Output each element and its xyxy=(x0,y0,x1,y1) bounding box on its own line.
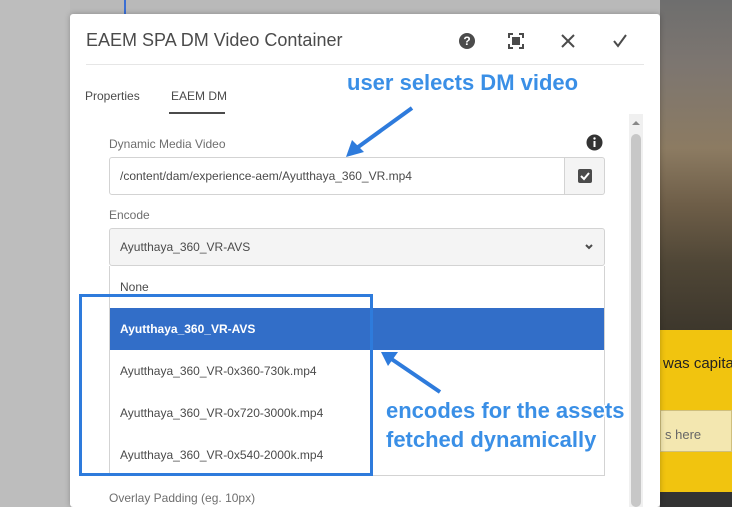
help-icon: ? xyxy=(459,33,475,49)
active-tab-indicator xyxy=(169,112,225,114)
background-text: was capita xyxy=(663,355,732,372)
annotation-bottom-line2: fetched dynamically xyxy=(386,427,597,452)
scrollbar-thumb[interactable] xyxy=(631,134,641,507)
scroll-up-arrow-icon[interactable] xyxy=(631,118,641,128)
encode-label: Encode xyxy=(109,208,150,222)
background-input-text: s here xyxy=(665,427,702,442)
header-divider xyxy=(86,64,644,65)
annotation-bottom-line1: encodes for the assets xyxy=(386,398,625,423)
tab-eaem-dm[interactable]: EAEM DM xyxy=(171,89,227,103)
overlay-padding-label: Overlay Padding (eg. 10px) xyxy=(109,491,256,505)
asset-picker-button[interactable] xyxy=(565,157,605,195)
fullscreen-icon xyxy=(508,33,524,49)
annotation-top-text: user selects DM video xyxy=(347,70,579,95)
tab-properties[interactable]: Properties xyxy=(85,89,140,103)
info-icon[interactable] xyxy=(586,134,603,151)
background-dark-strip xyxy=(660,492,732,507)
checkbox-icon xyxy=(577,169,592,183)
dm-video-label: Dynamic Media Video xyxy=(109,137,226,151)
fullscreen-button[interactable] xyxy=(503,28,529,54)
close-button[interactable] xyxy=(555,28,581,54)
background-line xyxy=(124,0,126,14)
dialog-title: EAEM SPA DM Video Container xyxy=(86,30,343,50)
background-photo xyxy=(660,0,732,330)
done-button[interactable] xyxy=(607,28,633,54)
chevron-down-icon xyxy=(585,244,593,250)
help-button[interactable]: ? xyxy=(454,28,480,54)
background-left xyxy=(0,0,70,507)
annotation-highlight-box xyxy=(79,294,373,476)
encode-selected-value: Ayutthaya_360_VR-AVS xyxy=(120,240,251,254)
svg-text:?: ? xyxy=(463,34,470,48)
dm-video-path-input[interactable]: /content/dam/experience-aem/Ayutthaya_36… xyxy=(109,157,565,195)
checkmark-icon xyxy=(613,34,627,48)
encode-select[interactable]: Ayutthaya_360_VR-AVS xyxy=(109,228,605,266)
close-icon xyxy=(561,34,575,48)
